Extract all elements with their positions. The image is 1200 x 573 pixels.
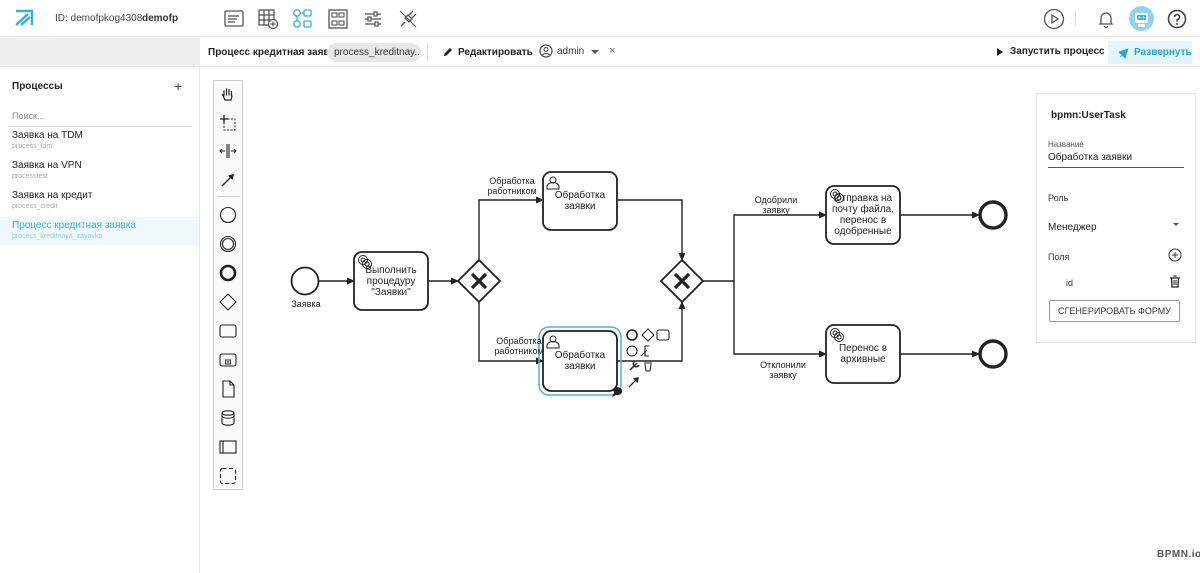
divider (427, 45, 428, 60)
top-bar: ID: demofpkog4308 demofp (0, 0, 1200, 37)
end-event[interactable] (978, 200, 1008, 230)
delete-field-icon[interactable] (1169, 275, 1181, 288)
pencil-icon (444, 48, 452, 56)
process-item-title: Заявка на VPN (12, 160, 82, 171)
process-item-key: process_kreditnaya_zayavka (12, 233, 103, 240)
flow-label: Отклонили заявку (760, 360, 806, 380)
user-task-label: Обработка заявки (554, 190, 606, 212)
forms-icon[interactable] (223, 8, 245, 30)
process-key-chip[interactable]: process_kreditnay... (327, 43, 421, 62)
plugin-icon[interactable] (397, 8, 419, 30)
role-select-value: Менеджер (1048, 222, 1097, 233)
settings-sliders-icon[interactable] (362, 8, 384, 30)
logo-icon[interactable] (14, 8, 36, 28)
process-sidebar: Процессы + Заявка на TDM process_tdm Зая… (0, 67, 200, 573)
wrench-icon[interactable] (629, 360, 640, 371)
properties-panel: bpmn:UserTask Название Обработка заявки … (1036, 93, 1196, 343)
process-item-key: process_credit (12, 203, 58, 210)
role-label: Роль (1048, 193, 1069, 203)
sidebar-title: Процессы (12, 81, 63, 92)
fields-label: Поля (1048, 252, 1070, 262)
add-process-button[interactable]: + (174, 78, 182, 94)
user-select-value: admin (557, 46, 585, 57)
end-event[interactable] (978, 339, 1008, 369)
name-field-label: Название (1048, 140, 1084, 149)
text-annotation-icon[interactable] (640, 345, 649, 357)
flow-label: Обработка работником (487, 176, 537, 196)
process-item-key: process_tdm (12, 143, 53, 150)
generate-form-button[interactable]: СГЕНЕРИРОВАТЬ ФОРМУ (1049, 300, 1180, 322)
role-select[interactable]: Менеджер (1048, 215, 1184, 237)
start-event[interactable] (290, 266, 320, 296)
process-list-item-active[interactable]: Процесс кредитная заявка process_kreditn… (0, 217, 199, 245)
trash-icon[interactable] (644, 360, 652, 372)
chevron-down-icon (1173, 223, 1179, 226)
account-name: demofp (142, 13, 179, 24)
append-task-icon[interactable] (656, 329, 670, 341)
sequence-flow[interactable] (478, 196, 544, 260)
service-task-label: Выполнить процедуру "Заявки" (365, 264, 417, 298)
table-add-icon[interactable] (257, 8, 279, 30)
rocket-icon (1118, 48, 1129, 59)
process-item-key: processtest (12, 173, 48, 180)
process-item-title: Заявка на TDM (12, 130, 83, 141)
service-task-label: Отправка на почту файла, перенос в одобр… (832, 193, 894, 237)
help-icon[interactable] (1166, 8, 1188, 30)
sequence-flow[interactable] (733, 281, 827, 358)
user-task-label: Обработка заявки (554, 350, 606, 372)
process-item-title: Процесс кредитная заявка (12, 220, 136, 231)
bell-icon[interactable] (1095, 8, 1117, 30)
play-icon (997, 48, 1003, 56)
divider (1075, 10, 1076, 26)
process-search-input[interactable] (8, 105, 192, 127)
process-list-item[interactable]: Заявка на VPN processtest (0, 157, 199, 185)
flow-label: Одобрили заявку (754, 195, 798, 215)
append-intermediate-event-icon[interactable] (626, 345, 638, 357)
account-id: ID: demofpkog4308 (55, 13, 143, 24)
process-list-item[interactable]: Заявка на TDM process_tdm (0, 127, 199, 155)
user-circle-icon (539, 44, 553, 58)
process-list-item[interactable]: Заявка на кредит process_credit (0, 187, 199, 215)
process-toolbar: Процесс кредитная заявка process_kreditn… (200, 38, 1200, 67)
process-item-title: Заявка на кредит (12, 190, 93, 201)
close-icon[interactable]: × (609, 45, 615, 57)
bpmn-io-watermark[interactable]: BPMN.io (1157, 549, 1200, 560)
deploy-button[interactable]: Развернуть (1108, 41, 1192, 64)
user-select[interactable]: admin (539, 44, 599, 61)
dmn-icon[interactable] (327, 8, 349, 30)
sequence-flow[interactable] (617, 199, 686, 261)
sequence-flow[interactable] (703, 211, 827, 282)
chevron-down-icon (591, 50, 599, 54)
element-type: bpmn:UserTask (1051, 110, 1126, 121)
append-end-event-icon[interactable] (626, 329, 638, 341)
service-task-label: Перенос в архивные (838, 343, 888, 365)
add-field-icon[interactable] (1168, 248, 1182, 262)
start-event-label: Заявка (291, 299, 321, 309)
field-id: id (1066, 278, 1074, 288)
comment-icon[interactable] (612, 387, 623, 397)
edit-button-label: Редактировать (458, 47, 533, 58)
name-field[interactable]: Обработка заявки (1048, 152, 1184, 168)
flow-label: Обработка работником (494, 336, 544, 356)
process-flow-icon[interactable] (292, 8, 314, 30)
run-process-label: Запустить процесс (1010, 46, 1105, 57)
avatar[interactable] (1129, 6, 1154, 31)
process-title: Процесс кредитная заявка (208, 47, 341, 58)
sidebar-header-strip (0, 38, 200, 67)
append-gateway-icon[interactable] (641, 328, 655, 342)
play-circle-icon[interactable] (1043, 8, 1065, 30)
deploy-button-label: Развернуть (1134, 47, 1192, 58)
